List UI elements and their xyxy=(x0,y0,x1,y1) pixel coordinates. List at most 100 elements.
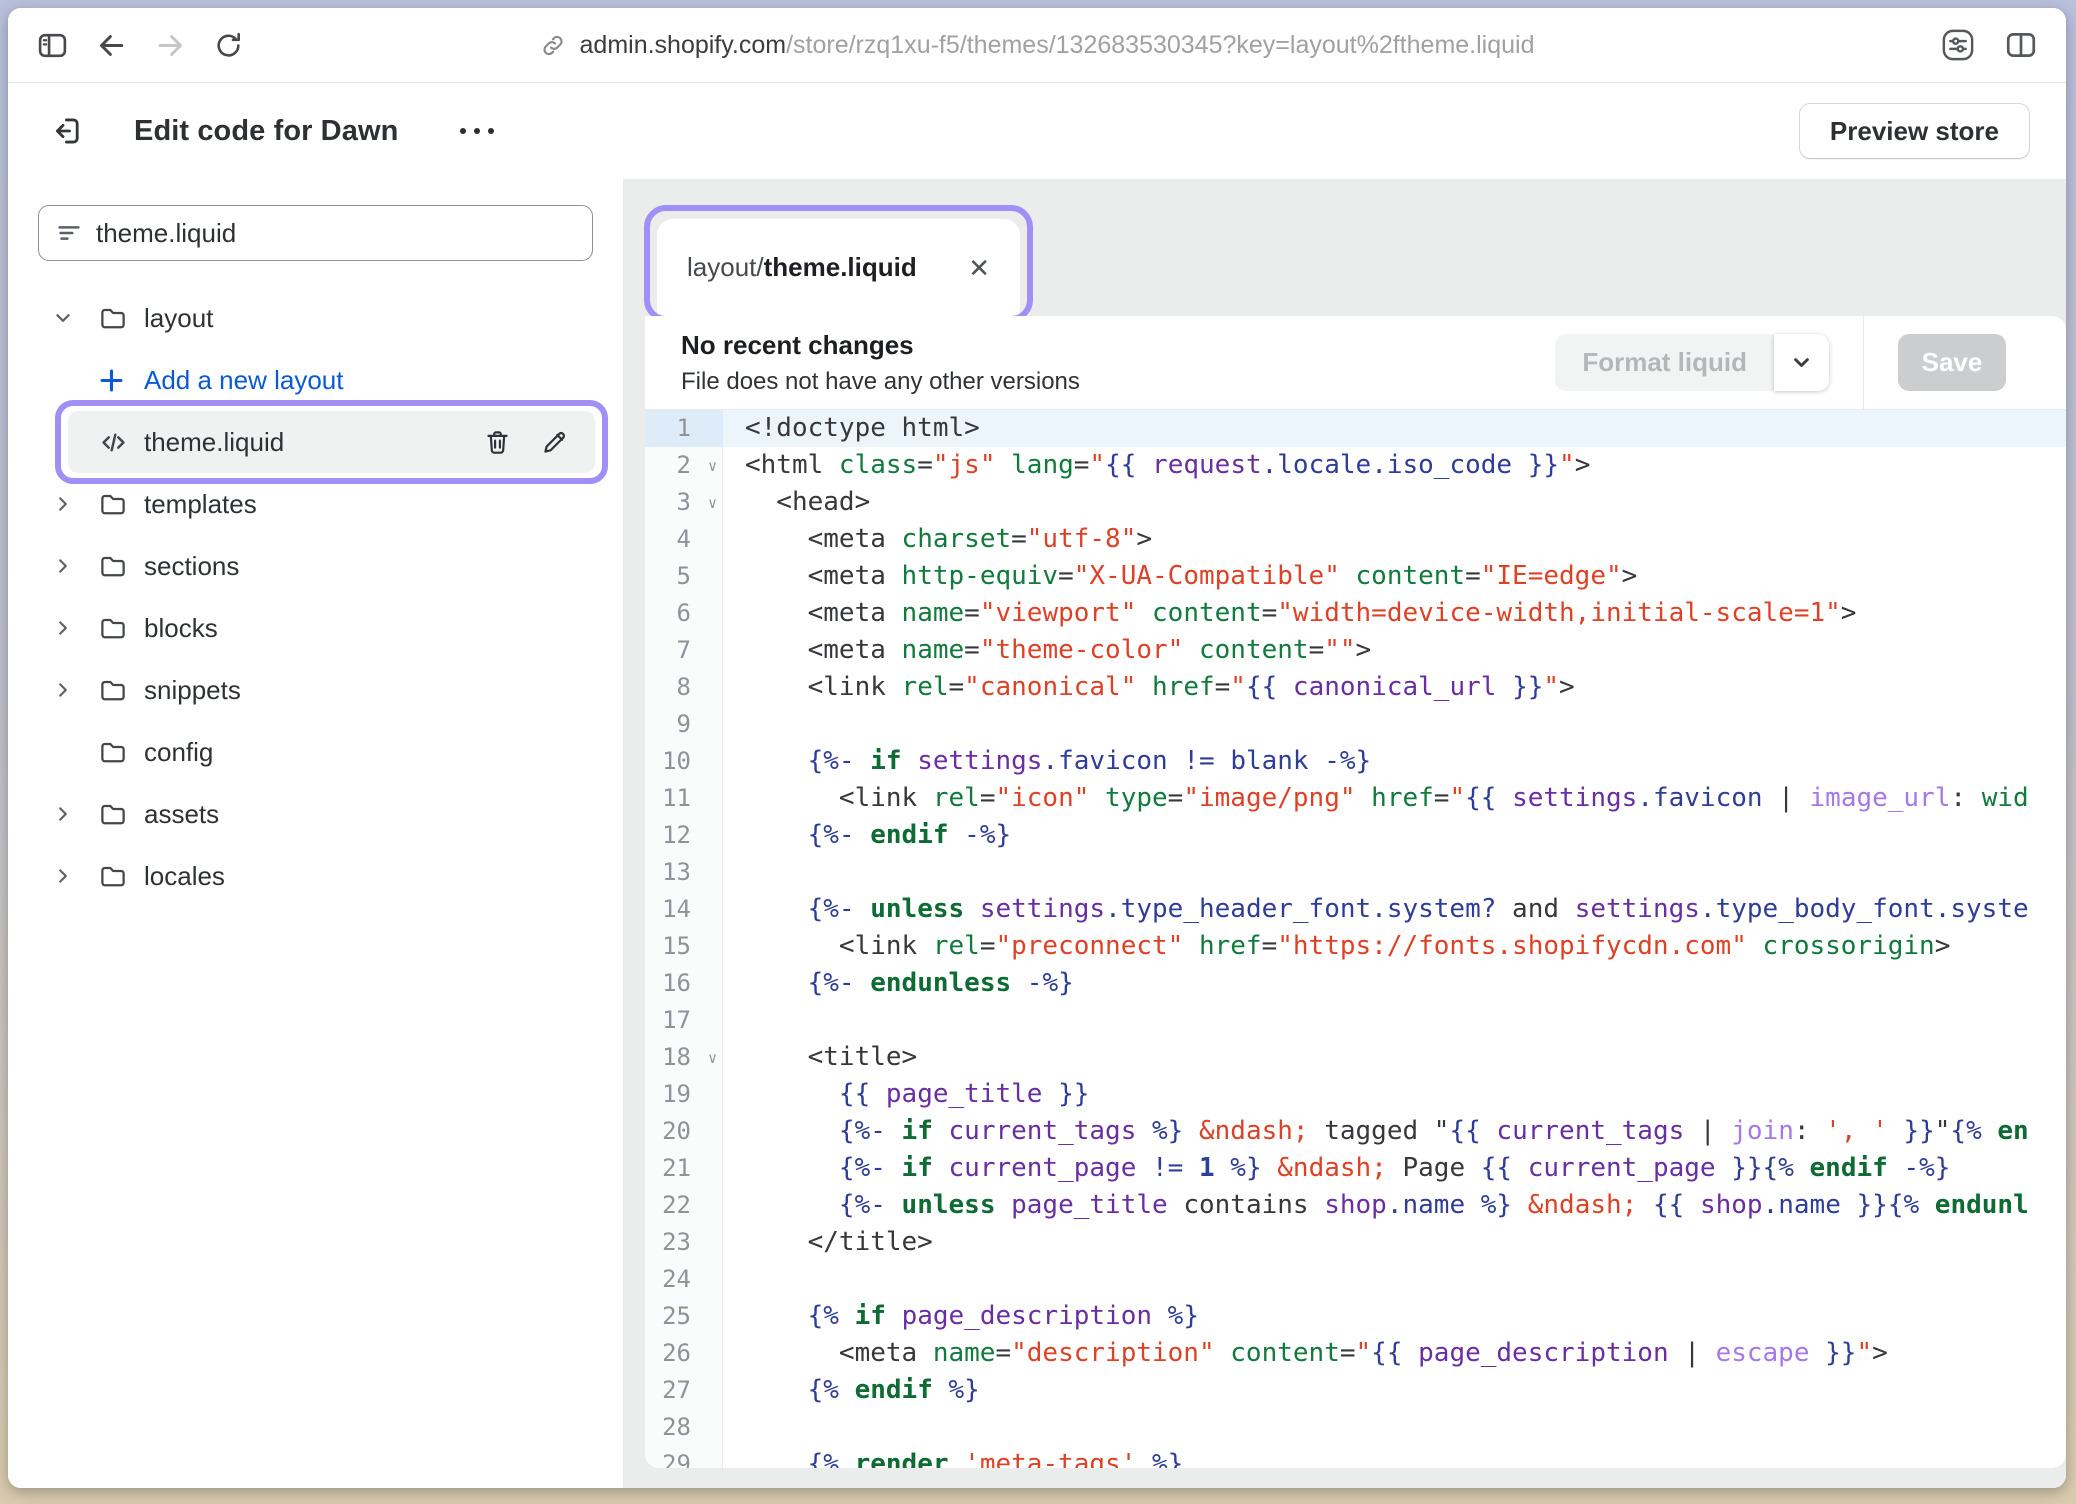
line-number: 26 xyxy=(645,1335,723,1372)
reload-icon[interactable] xyxy=(213,30,244,61)
tree-item-label: blocks xyxy=(144,613,218,644)
exit-editor-icon[interactable] xyxy=(48,114,82,148)
line-number: 22 xyxy=(645,1187,723,1224)
tree-folder-snippets[interactable]: snippets xyxy=(8,659,623,721)
url-domain: admin.shopify.com xyxy=(580,31,787,59)
folder-icon xyxy=(98,613,128,643)
format-liquid-button[interactable]: Format liquid xyxy=(1555,334,1774,391)
line-number: 13 xyxy=(645,854,723,891)
chevron-right-icon[interactable] xyxy=(54,619,72,637)
code-line-4[interactable]: 4 <meta charset="utf-8"> xyxy=(645,521,2066,558)
code-line-19[interactable]: 19 {{ page_title }} xyxy=(645,1076,2066,1113)
code-line-17[interactable]: 17 xyxy=(645,1002,2066,1039)
chevron-right-icon[interactable] xyxy=(54,867,72,885)
tree-folder-layout[interactable]: layout xyxy=(8,287,623,349)
browser-window: admin.shopify.com/store/rzq1xu-f5/themes… xyxy=(8,8,2066,1488)
tab-layout-theme-liquid[interactable]: layout/theme.liquid ✕ xyxy=(657,219,1020,316)
code-line-16[interactable]: 16 {%- endunless -%} xyxy=(645,965,2066,1002)
plus-icon xyxy=(98,367,125,394)
code-line-23[interactable]: 23 </title> xyxy=(645,1224,2066,1261)
line-number: 5 xyxy=(645,558,723,595)
code-line-1[interactable]: 1<!doctype html> xyxy=(645,410,2066,447)
toolbar-divider xyxy=(1863,316,1864,409)
line-number: 16 xyxy=(645,965,723,1002)
tree-folder-sections[interactable]: sections xyxy=(8,535,623,597)
code-line-3[interactable]: 3∨ <head> xyxy=(645,484,2066,521)
line-number: 8 xyxy=(645,669,723,706)
address-bar[interactable]: admin.shopify.com/store/rzq1xu-f5/themes… xyxy=(540,31,1535,60)
code-line-18[interactable]: 18∨ <title> xyxy=(645,1039,2066,1076)
tree-item-label: layout xyxy=(144,303,213,334)
code-line-14[interactable]: 14 {%- unless settings.type_header_font.… xyxy=(645,891,2066,928)
chevron-right-icon[interactable] xyxy=(54,557,72,575)
folder-icon xyxy=(98,303,128,333)
file-filter-input[interactable] xyxy=(96,218,576,249)
code-line-5[interactable]: 5 <meta http-equiv="X-UA-Compatible" con… xyxy=(645,558,2066,595)
line-number: 2∨ xyxy=(645,447,723,484)
file-label: theme.liquid xyxy=(144,427,284,458)
url-path: /store/rzq1xu-f5/themes/132683530345?key… xyxy=(786,31,1534,59)
code-line-7[interactable]: 7 <meta name="theme-color" content=""> xyxy=(645,632,2066,669)
code-line-13[interactable]: 13 xyxy=(645,854,2066,891)
fold-marker-icon[interactable]: ∨ xyxy=(708,485,717,522)
chevron-right-icon[interactable] xyxy=(54,681,72,699)
code-line-8[interactable]: 8 <link rel="canonical" href="{{ canonic… xyxy=(645,669,2066,706)
status-subtitle: File does not have any other versions xyxy=(681,368,1080,396)
split-view-icon[interactable] xyxy=(2004,28,2038,62)
code-line-10[interactable]: 10 {%- if settings.favicon != blank -%} xyxy=(645,743,2066,780)
tree-folder-locales[interactable]: locales xyxy=(8,845,623,907)
code-editor[interactable]: 1<!doctype html>2∨<html class="js" lang=… xyxy=(645,410,2066,1468)
delete-file-icon[interactable] xyxy=(483,428,512,457)
format-dropdown-button[interactable] xyxy=(1774,334,1829,391)
fold-marker-icon[interactable]: ∨ xyxy=(708,448,717,485)
line-number: 20 xyxy=(645,1113,723,1150)
code-line-12[interactable]: 12 {%- endif -%} xyxy=(645,817,2066,854)
code-line-24[interactable]: 24 xyxy=(645,1261,2066,1298)
code-line-20[interactable]: 20 {%- if current_tags %} &ndash; tagged… xyxy=(645,1113,2066,1150)
tree-file-theme-liquid[interactable]: theme.liquid xyxy=(68,411,595,473)
link-icon xyxy=(540,32,567,59)
folder-icon xyxy=(98,489,128,519)
tree-folder-config[interactable]: config xyxy=(8,721,623,783)
folder-icon xyxy=(98,799,128,829)
chevron-down-icon[interactable] xyxy=(54,309,72,327)
page-settings-icon[interactable] xyxy=(1940,27,1976,63)
save-button[interactable]: Save xyxy=(1898,334,2006,391)
tab-directory: layout/ xyxy=(687,252,764,283)
tree-item-label: snippets xyxy=(144,675,241,706)
tab-close-icon[interactable]: ✕ xyxy=(968,255,990,281)
code-line-2[interactable]: 2∨<html class="js" lang="{{ request.loca… xyxy=(645,447,2066,484)
code-line-21[interactable]: 21 {%- if current_page != 1 %} &ndash; P… xyxy=(645,1150,2066,1187)
file-search-box[interactable] xyxy=(38,205,593,261)
chevron-right-icon[interactable] xyxy=(54,495,72,513)
code-line-11[interactable]: 11 <link rel="icon" type="image/png" hre… xyxy=(645,780,2066,817)
folder-icon xyxy=(98,861,128,891)
code-line-9[interactable]: 9 xyxy=(645,706,2066,743)
code-line-15[interactable]: 15 <link rel="preconnect" href="https://… xyxy=(645,928,2066,965)
code-line-28[interactable]: 28 xyxy=(645,1409,2066,1446)
code-line-25[interactable]: 25 {% if page_description %} xyxy=(645,1298,2066,1335)
app-header: Edit code for Dawn Preview store xyxy=(8,83,2066,179)
code-line-27[interactable]: 27 {% endif %} xyxy=(645,1372,2066,1409)
line-number: 18∨ xyxy=(645,1039,723,1076)
line-number: 27 xyxy=(645,1372,723,1409)
tree-folder-assets[interactable]: assets xyxy=(8,783,623,845)
chevron-right-icon[interactable] xyxy=(54,805,72,823)
code-line-29[interactable]: 29 {% render 'meta-tags' %} xyxy=(645,1446,2066,1468)
back-icon[interactable] xyxy=(95,29,128,62)
preview-store-button[interactable]: Preview store xyxy=(1799,103,2030,159)
code-line-22[interactable]: 22 {%- unless page_title contains shop.n… xyxy=(645,1187,2066,1224)
line-number: 24 xyxy=(645,1261,723,1298)
fold-marker-icon[interactable]: ∨ xyxy=(708,1040,717,1077)
forward-icon[interactable] xyxy=(154,29,187,62)
rename-file-icon[interactable] xyxy=(540,428,569,457)
add-new-layout-button[interactable]: Add a new layout xyxy=(8,349,623,411)
tree-folder-blocks[interactable]: blocks xyxy=(8,597,623,659)
code-line-26[interactable]: 26 <meta name="description" content="{{ … xyxy=(645,1335,2066,1372)
tree-folder-templates[interactable]: templates xyxy=(8,473,623,535)
code-line-6[interactable]: 6 <meta name="viewport" content="width=d… xyxy=(645,595,2066,632)
sidebar-toggle-icon[interactable] xyxy=(36,29,69,62)
tree-item-label: assets xyxy=(144,799,219,830)
tree-item-label: config xyxy=(144,737,213,768)
more-options-icon[interactable] xyxy=(454,122,500,140)
